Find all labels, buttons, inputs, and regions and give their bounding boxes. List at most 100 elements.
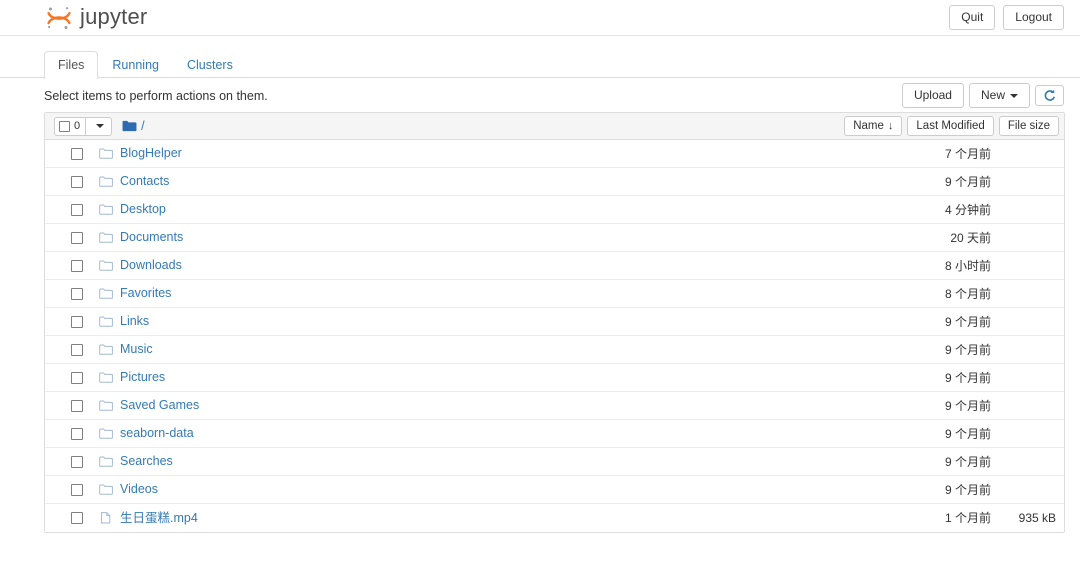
table-row[interactable]: Pictures 9 个月前 <box>45 364 1064 392</box>
breadcrumb-root-link[interactable]: / <box>141 119 144 133</box>
table-row[interactable]: BlogHelper 7 个月前 <box>45 140 1064 168</box>
selected-count-label: 0 <box>74 119 81 132</box>
folder-icon <box>99 372 113 383</box>
folder-icon <box>99 204 113 215</box>
file-name-link[interactable]: Documents <box>120 230 183 245</box>
file-rows-container: BlogHelper 7 个月前 Contacts 9 个月前 Desktop 4 分钟前… <box>45 140 1064 532</box>
file-modified: 9 个月前 <box>944 483 991 497</box>
row-checkbox[interactable] <box>71 455 83 468</box>
file-name-link[interactable]: Contacts <box>120 174 169 189</box>
upload-button[interactable]: Upload <box>901 83 964 108</box>
file-name-link[interactable]: seaborn-data <box>120 426 194 441</box>
row-checkbox[interactable] <box>71 399 83 412</box>
file-list-toolbar: 0 / Name ↓ Last Modified File size <box>45 113 1064 140</box>
logout-button[interactable]: Logout <box>1003 5 1064 30</box>
row-checkbox[interactable] <box>71 203 83 216</box>
folder-icon <box>99 344 113 355</box>
file-modified: 9 个月前 <box>944 371 991 385</box>
breadcrumb[interactable]: / <box>122 119 145 133</box>
folder-icon <box>99 232 113 243</box>
folder-icon <box>99 316 113 327</box>
file-name-link[interactable]: 生日蛋糕.mp4 <box>120 511 198 526</box>
action-bar: Select items to perform actions on them.… <box>44 78 1064 112</box>
table-row[interactable]: Saved Games 9 个月前 <box>45 392 1064 420</box>
table-row[interactable]: Documents 20 天前 <box>45 224 1064 252</box>
file-modified: 9 个月前 <box>944 427 991 441</box>
table-row[interactable]: Favorites 8 个月前 <box>45 280 1064 308</box>
file-modified: 8 小时前 <box>944 259 991 273</box>
file-name-link[interactable]: Music <box>120 342 153 357</box>
row-checkbox[interactable] <box>71 343 83 356</box>
file-modified: 20 天前 <box>950 231 991 245</box>
sort-by-modified-button[interactable]: Last Modified <box>907 116 994 136</box>
file-icon <box>101 512 111 524</box>
file-name-link[interactable]: Searches <box>120 454 173 469</box>
folder-icon <box>99 400 113 411</box>
tab-clusters[interactable]: Clusters <box>173 51 247 79</box>
file-name-link[interactable]: Favorites <box>120 286 171 301</box>
sort-name-label: Name <box>853 120 884 132</box>
jupyter-brand[interactable]: jupyter <box>45 0 147 36</box>
row-checkbox[interactable] <box>71 287 83 300</box>
file-name-link[interactable]: Saved Games <box>120 398 199 413</box>
table-row[interactable]: Links 9 个月前 <box>45 308 1064 336</box>
file-modified: 1 个月前 <box>944 511 991 525</box>
row-checkbox[interactable] <box>71 259 83 272</box>
table-row[interactable]: 生日蛋糕.mp4 1 个月前 935 kB <box>45 504 1064 532</box>
header-button-group: Quit Logout <box>949 5 1064 30</box>
table-row[interactable]: Searches 9 个月前 <box>45 448 1064 476</box>
sort-by-size-button[interactable]: File size <box>998 116 1059 136</box>
tab-bar: Files Running Clusters <box>0 51 1080 79</box>
table-row[interactable]: Contacts 9 个月前 <box>45 168 1064 196</box>
select-all-group[interactable]: 0 <box>54 116 113 136</box>
file-name-link[interactable]: Downloads <box>120 258 182 273</box>
folder-filled-icon <box>122 120 137 131</box>
file-modified: 9 个月前 <box>944 175 991 189</box>
row-checkbox[interactable] <box>71 147 83 160</box>
table-row[interactable]: Downloads 8 小时前 <box>45 252 1064 280</box>
file-size: 935 kB <box>1018 511 1056 525</box>
sort-button-group: Name ↓ Last Modified File size <box>844 116 1059 136</box>
table-row[interactable]: seaborn-data 9 个月前 <box>45 420 1064 448</box>
file-modified: 9 个月前 <box>944 455 991 469</box>
row-checkbox[interactable] <box>71 315 83 328</box>
folder-icon <box>99 176 113 187</box>
folder-icon <box>99 484 113 495</box>
sort-by-name-button[interactable]: Name ↓ <box>844 116 903 136</box>
action-button-group: Upload New <box>901 83 1064 108</box>
row-checkbox[interactable] <box>71 483 83 496</box>
table-row[interactable]: Music 9 个月前 <box>45 336 1064 364</box>
file-name-link[interactable]: Videos <box>120 482 158 497</box>
tab-running[interactable]: Running <box>98 51 173 79</box>
app-header: jupyter Quit Logout <box>0 0 1080 36</box>
row-checkbox[interactable] <box>71 371 83 384</box>
row-checkbox[interactable] <box>71 427 83 440</box>
file-modified: 9 个月前 <box>944 315 991 329</box>
folder-icon <box>99 148 113 159</box>
chevron-down-icon <box>1010 93 1018 98</box>
new-dropdown-label: New <box>980 88 1005 102</box>
quit-button[interactable]: Quit <box>949 5 996 30</box>
file-browser-list: 0 / Name ↓ Last Modified File size BlogHe… <box>44 112 1065 533</box>
refresh-button[interactable] <box>1035 85 1064 106</box>
file-name-link[interactable]: Links <box>120 314 149 329</box>
file-modified: 9 个月前 <box>944 399 991 413</box>
file-name-link[interactable]: BlogHelper <box>120 146 182 161</box>
arrow-down-icon: ↓ <box>887 120 894 132</box>
folder-icon <box>99 428 113 439</box>
file-name-link[interactable]: Pictures <box>120 370 165 385</box>
select-all-checkbox[interactable] <box>59 120 70 132</box>
selection-dropdown-button[interactable] <box>85 117 108 135</box>
jupyter-logo-icon <box>47 7 71 29</box>
file-name-link[interactable]: Desktop <box>120 202 166 217</box>
select-items-hint: Select items to perform actions on them. <box>44 89 268 103</box>
row-checkbox[interactable] <box>71 512 83 524</box>
folder-icon <box>99 260 113 271</box>
tab-files[interactable]: Files <box>44 51 99 79</box>
table-row[interactable]: Videos 9 个月前 <box>45 476 1064 504</box>
table-row[interactable]: Desktop 4 分钟前 <box>45 196 1064 224</box>
row-checkbox[interactable] <box>71 175 83 188</box>
file-modified: 4 分钟前 <box>944 203 991 217</box>
new-dropdown-button[interactable]: New <box>968 83 1030 108</box>
row-checkbox[interactable] <box>71 231 83 244</box>
